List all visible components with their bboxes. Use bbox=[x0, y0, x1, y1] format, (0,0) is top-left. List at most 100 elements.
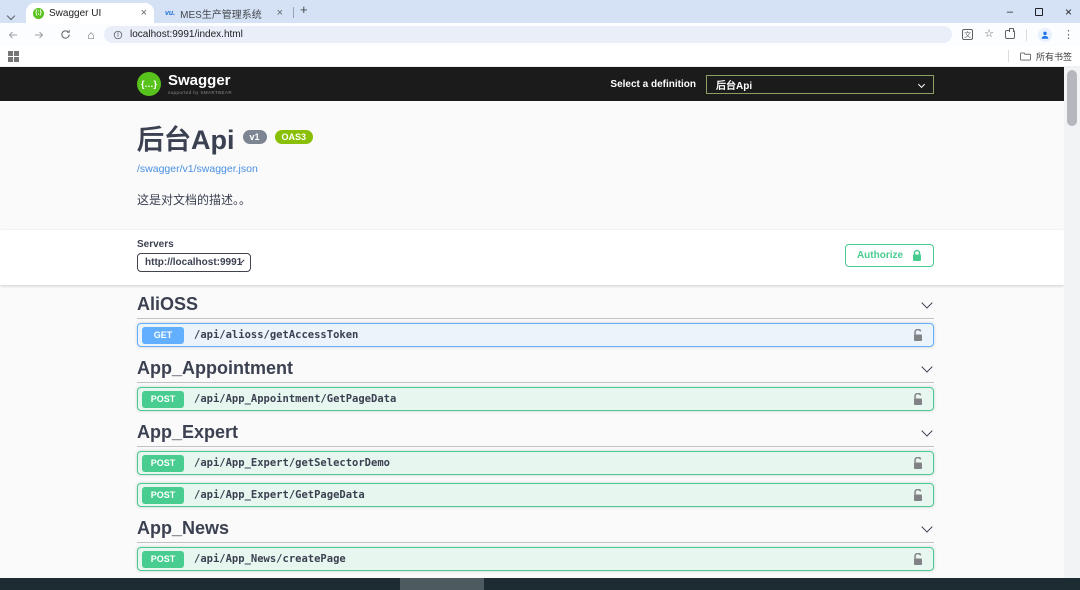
unlock-icon bbox=[913, 553, 923, 566]
vertical-scrollbar-thumb[interactable] bbox=[1067, 70, 1077, 126]
bookmarks-bar: 所有书签 bbox=[0, 46, 1080, 67]
swagger-logo-icon: {…} bbox=[137, 72, 161, 96]
swagger-topbar: {…} Swagger supported by SMARTBEAR Selec… bbox=[0, 67, 1064, 101]
chevron-down-icon bbox=[918, 80, 925, 87]
api-sections: AliOSS GET /api/alioss/getAccessToken Ap… bbox=[0, 291, 1064, 571]
chevron-down-icon bbox=[921, 521, 932, 532]
endpoint-path: /api/alioss/getAccessToken bbox=[194, 329, 913, 341]
chevron-down-icon bbox=[7, 12, 15, 20]
maximize-icon[interactable] bbox=[1035, 8, 1043, 16]
method-badge: POST bbox=[142, 455, 184, 472]
swagger-logo: {…} Swagger supported by SMARTBEAR bbox=[137, 72, 232, 96]
method-badge: POST bbox=[142, 551, 184, 568]
unlock-icon bbox=[913, 457, 923, 470]
site-info-icon[interactable] bbox=[113, 30, 123, 40]
back-button[interactable] bbox=[0, 29, 26, 41]
version-badge: v1 bbox=[243, 130, 267, 144]
endpoint-path: /api/App_Expert/getSelectorDemo bbox=[194, 457, 913, 469]
section-header-app-expert[interactable]: App_Expert bbox=[137, 419, 934, 447]
tab-mes-system[interactable]: vu. MES生产管理系统 × bbox=[158, 3, 290, 23]
definition-selector-group: Select a definition 后台Api bbox=[610, 75, 934, 94]
endpoint-row-expert-getpagedata[interactable]: POST /api/App_Expert/GetPageData bbox=[137, 483, 934, 507]
all-bookmarks-label: 所有书签 bbox=[1036, 50, 1072, 63]
tab-close-icon[interactable]: × bbox=[141, 7, 147, 19]
auth-lock-button[interactable] bbox=[913, 553, 923, 566]
method-badge: GET bbox=[142, 327, 184, 344]
auth-lock-button[interactable] bbox=[913, 393, 923, 406]
back-arrow-icon bbox=[7, 29, 19, 41]
api-info-block: 后台Api v1 OAS3 /swagger/v1/swagger.json 这… bbox=[0, 101, 1064, 230]
definition-select[interactable]: 后台Api bbox=[706, 75, 934, 94]
tab-swagger-ui[interactable]: {;} Swagger UI × bbox=[26, 3, 154, 23]
section-header-alioss[interactable]: AliOSS bbox=[137, 291, 934, 319]
authorize-button[interactable]: Authorize bbox=[845, 244, 934, 267]
tab-title: Swagger UI bbox=[49, 8, 136, 19]
section-title: App_Appointment bbox=[137, 358, 293, 379]
browser-toolbar: ⌂ localhost:9991/index.html 文 ☆ ⋮ bbox=[0, 23, 1080, 46]
address-bar[interactable]: localhost:9991/index.html bbox=[104, 26, 952, 43]
api-title: 后台Api bbox=[137, 127, 235, 154]
servers-label: Servers bbox=[137, 239, 251, 250]
endpoint-row-appointment-getpagedata[interactable]: POST /api/App_Appointment/GetPageData bbox=[137, 387, 934, 411]
swagger-logo-subtext: supported by SMARTBEAR bbox=[168, 90, 232, 95]
swagger-favicon-icon: {;} bbox=[33, 8, 44, 19]
servers-group: Servers http://localhost:9991 bbox=[137, 239, 251, 272]
folder-icon bbox=[1020, 52, 1031, 61]
vertical-scrollbar[interactable] bbox=[1064, 67, 1080, 578]
bookmarks-divider bbox=[1008, 50, 1009, 62]
unlock-icon bbox=[913, 393, 923, 406]
forward-arrow-icon bbox=[33, 29, 45, 41]
chevron-down-icon bbox=[921, 297, 932, 308]
authorize-label: Authorize bbox=[857, 250, 903, 261]
servers-select-value: http://localhost:9991 bbox=[145, 257, 242, 268]
tab-title: MES生产管理系统 bbox=[180, 6, 271, 21]
window-controls: – × bbox=[1007, 0, 1072, 23]
unlock-icon bbox=[913, 329, 923, 342]
auth-lock-button[interactable] bbox=[913, 457, 923, 470]
section-title: App_News bbox=[137, 518, 229, 539]
spec-json-link[interactable]: /swagger/v1/swagger.json bbox=[137, 163, 258, 175]
bookmark-star-icon[interactable]: ☆ bbox=[984, 29, 994, 40]
chevron-down-icon bbox=[921, 425, 932, 436]
close-icon[interactable]: × bbox=[1065, 5, 1072, 19]
tab-close-icon[interactable]: × bbox=[277, 7, 283, 19]
endpoint-path: /api/App_News/createPage bbox=[194, 553, 913, 565]
oas3-badge: OAS3 bbox=[275, 130, 314, 144]
endpoint-row-expert-getselectordemo[interactable]: POST /api/App_Expert/getSelectorDemo bbox=[137, 451, 934, 475]
minimize-icon[interactable]: – bbox=[1007, 6, 1013, 18]
translate-icon[interactable]: 文 bbox=[962, 29, 973, 40]
person-icon bbox=[1040, 30, 1050, 40]
all-bookmarks-button[interactable]: 所有书签 bbox=[1008, 46, 1072, 66]
bottom-bar bbox=[0, 578, 1080, 590]
toolbar-divider bbox=[1026, 29, 1027, 41]
new-tab-button[interactable]: + bbox=[300, 2, 308, 17]
section-header-app-appointment[interactable]: App_Appointment bbox=[137, 355, 934, 383]
bottom-scrollbar-thumb[interactable] bbox=[400, 578, 484, 590]
browser-tab-strip: {;} Swagger UI × vu. MES生产管理系统 × + – × bbox=[0, 0, 1080, 23]
screen: {;} Swagger UI × vu. MES生产管理系统 × + – × ⌂ bbox=[0, 0, 1080, 590]
endpoint-path: /api/App_Expert/GetPageData bbox=[194, 489, 913, 501]
profile-avatar[interactable] bbox=[1038, 28, 1052, 42]
swagger-logo-text: Swagger bbox=[168, 73, 232, 88]
endpoint-row-news-createpage[interactable]: POST /api/App_News/createPage bbox=[137, 547, 934, 571]
method-badge: POST bbox=[142, 487, 184, 504]
scheme-container: Servers http://localhost:9991 Authorize bbox=[0, 230, 1064, 285]
url-text: localhost:9991/index.html bbox=[130, 29, 243, 40]
section-header-app-news[interactable]: App_News bbox=[137, 515, 934, 543]
browser-menu-icon[interactable]: ⋮ bbox=[1063, 28, 1074, 41]
endpoint-path: /api/App_Appointment/GetPageData bbox=[194, 393, 913, 405]
method-badge: POST bbox=[142, 391, 184, 408]
lock-icon bbox=[912, 249, 922, 262]
refresh-button[interactable] bbox=[52, 29, 78, 40]
auth-lock-button[interactable] bbox=[913, 489, 923, 502]
extensions-icon[interactable] bbox=[1005, 30, 1015, 39]
endpoint-row-get-accesstoken[interactable]: GET /api/alioss/getAccessToken bbox=[137, 323, 934, 347]
forward-button[interactable] bbox=[26, 29, 52, 41]
auth-lock-button[interactable] bbox=[913, 329, 923, 342]
vue-favicon-icon: vu. bbox=[165, 10, 175, 17]
definition-select-value: 后台Api bbox=[716, 77, 752, 92]
servers-select[interactable]: http://localhost:9991 bbox=[137, 253, 251, 272]
tab-search-button[interactable] bbox=[8, 6, 14, 24]
toolbar-actions: 文 ☆ ⋮ bbox=[962, 23, 1074, 46]
apps-grid-icon[interactable] bbox=[8, 51, 19, 62]
